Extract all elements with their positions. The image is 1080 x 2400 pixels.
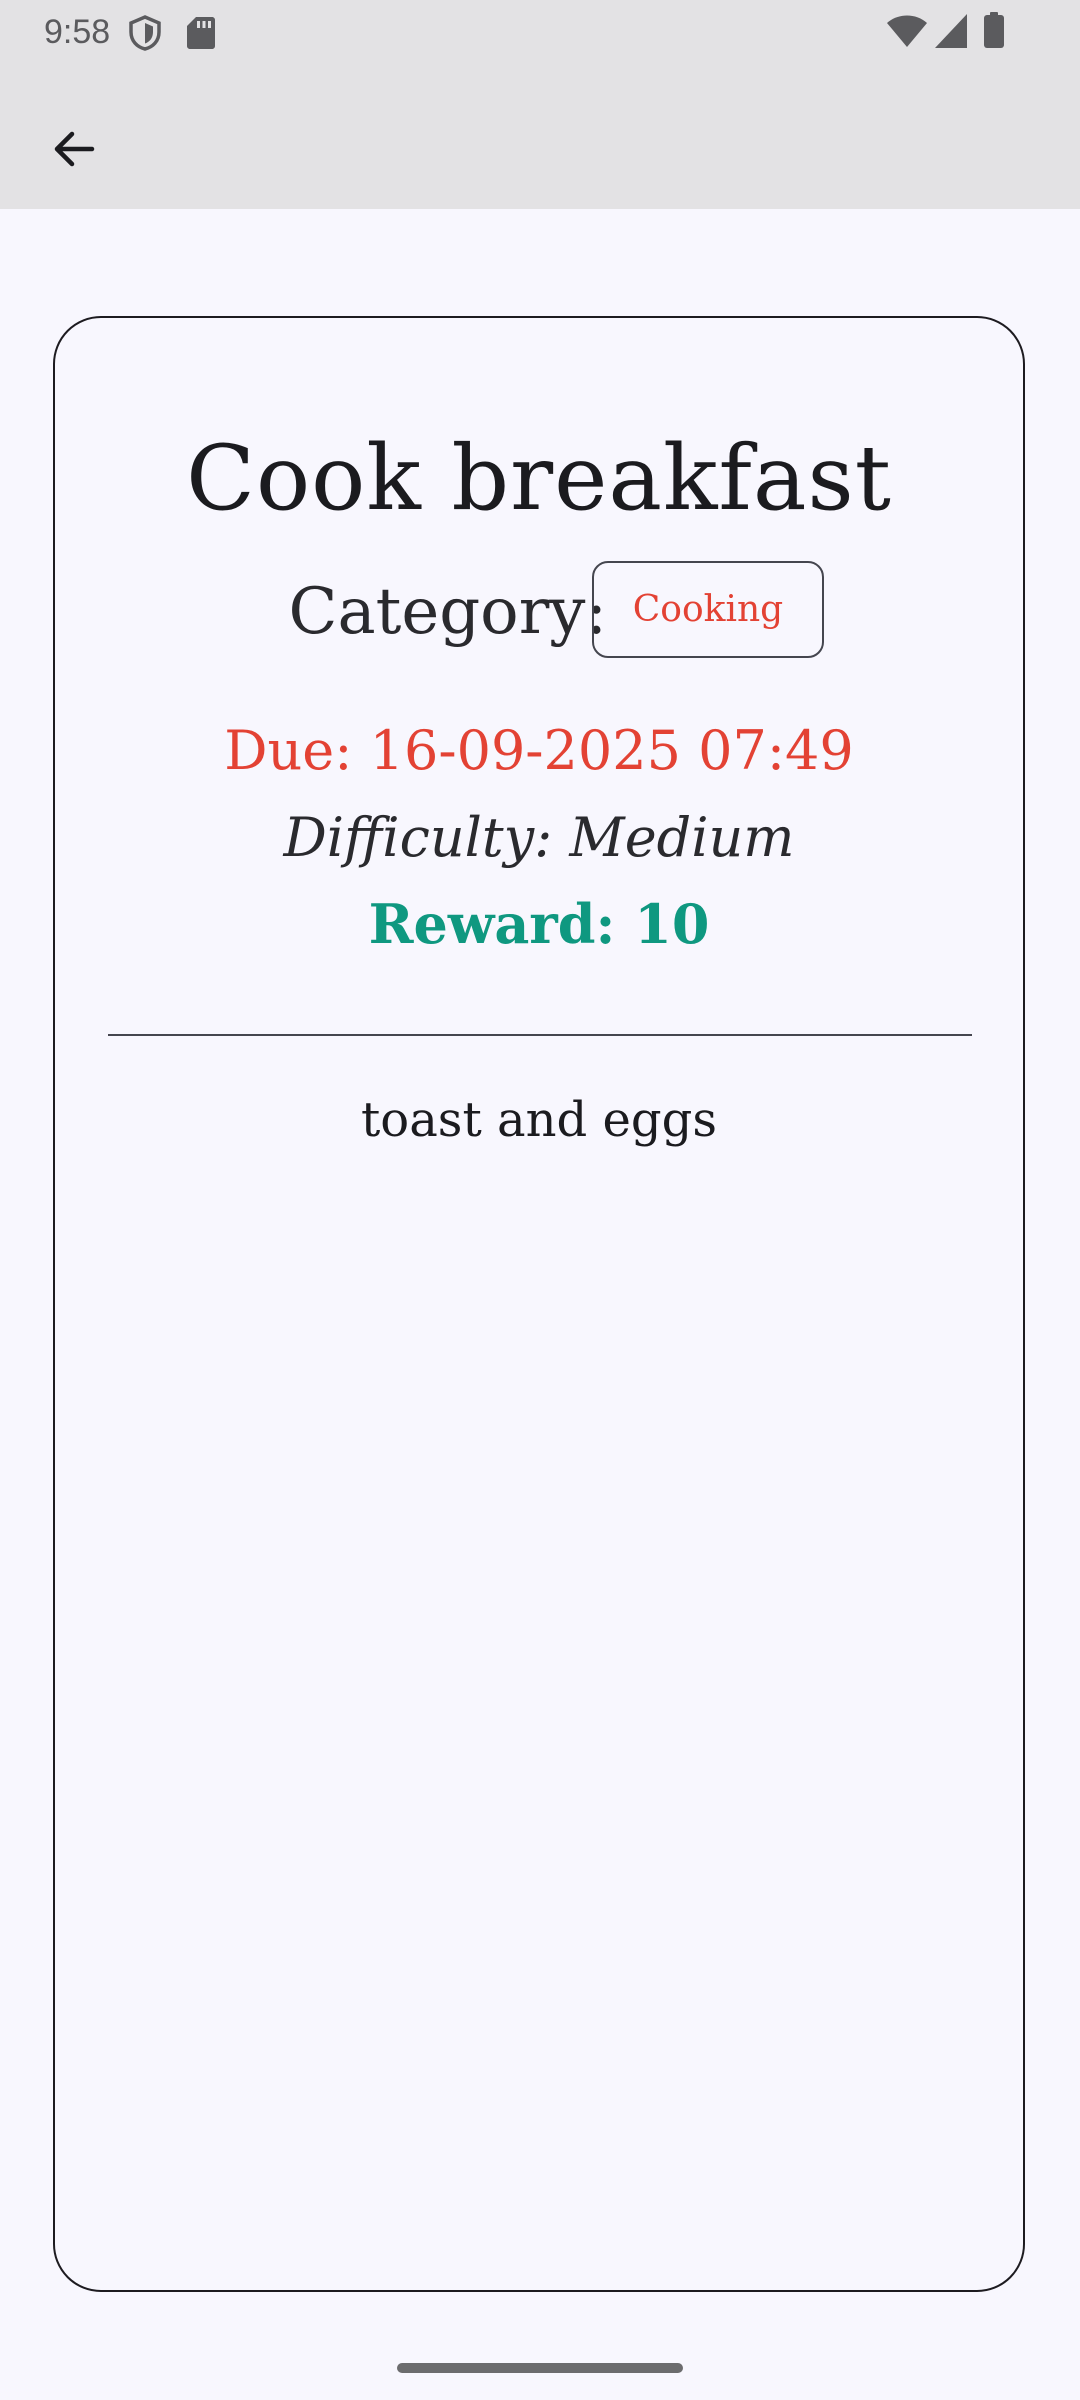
status-time: 9:58 xyxy=(44,13,111,51)
shield-icon xyxy=(129,15,161,51)
arrow-back-icon xyxy=(54,131,95,167)
divider xyxy=(108,1034,972,1036)
due-date: Due: 16-09-2025 07:49 xyxy=(224,719,854,782)
category-label: Category: xyxy=(288,575,607,649)
back-button[interactable] xyxy=(26,101,122,197)
task-card: Cook breakfast Category: Cooking Due: 16… xyxy=(53,316,1025,2292)
task-description: toast and eggs xyxy=(361,1092,717,1148)
difficulty: Difficulty: Medium xyxy=(283,806,795,869)
sd-card-icon xyxy=(187,17,215,49)
signal-icon xyxy=(935,14,967,48)
reward: Reward: 10 xyxy=(368,892,710,956)
wifi-icon xyxy=(887,15,927,47)
app-bar xyxy=(0,63,1080,209)
status-bar: 9:58 xyxy=(0,0,1080,63)
category-chip[interactable]: Cooking xyxy=(592,561,824,658)
task-title: Cook breakfast xyxy=(186,426,892,531)
battery-icon xyxy=(984,12,1004,48)
home-indicator[interactable] xyxy=(397,2363,683,2373)
